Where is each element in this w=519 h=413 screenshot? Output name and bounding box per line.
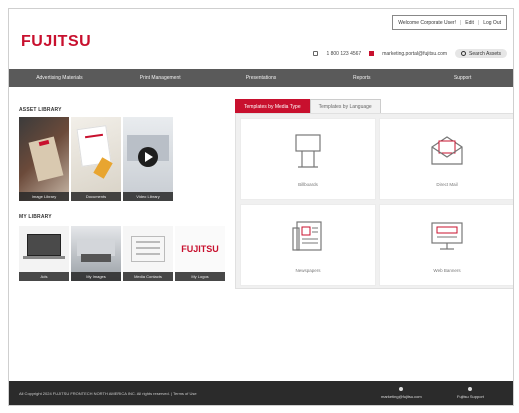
laptop-icon: [27, 234, 61, 256]
fujitsu-logo-image: FUJITSU: [181, 244, 219, 254]
phone-icon: [313, 51, 319, 56]
search-icon: [461, 51, 467, 56]
footer-email[interactable]: marketing@fujitsu.com: [381, 387, 422, 399]
web-banners-card[interactable]: Web Banners: [379, 204, 513, 286]
templates-panel: Billboards Direct Mail Newspapers Web Ba…: [235, 113, 513, 289]
logout-link[interactable]: Log Out: [483, 20, 501, 26]
card-label: Direct Mail: [436, 182, 458, 187]
documents-tile[interactable]: Documents: [71, 117, 121, 201]
footer-support-label: Fujitsu Support: [457, 394, 484, 399]
newspapers-card[interactable]: Newspapers: [240, 204, 376, 286]
tile-caption: Ads: [19, 272, 69, 281]
nav-item-presentations[interactable]: Presentations: [211, 75, 312, 81]
welcome-text: Welcome Corporate User!: [398, 19, 456, 26]
tile-caption: Video Library: [123, 192, 173, 201]
template-tabs: Templates by Media Type Templates by Lan…: [235, 99, 381, 114]
direct-mail-card[interactable]: Direct Mail: [379, 118, 513, 200]
footer-support[interactable]: Fujitsu Support: [457, 387, 484, 399]
edit-link[interactable]: Edit: [465, 20, 474, 26]
ads-tile[interactable]: Ads: [19, 226, 69, 281]
site-footer: All Copyright 2024 FUJITSU FRONTECH NORT…: [9, 381, 513, 405]
asset-library-tiles: Image Library Documents Video Library: [19, 117, 173, 201]
contact-row: 1 800 123 4567 marketing.portal@fujitsu.…: [313, 49, 507, 58]
account-box: Welcome Corporate User! | Edit | Log Out: [392, 15, 507, 30]
nav-item-reports[interactable]: Reports: [311, 75, 412, 81]
asset-library-title: ASSET LIBRARY: [19, 107, 62, 113]
fujitsu-logo[interactable]: FUJITSU: [21, 33, 91, 51]
tile-caption: My Logos: [175, 272, 225, 281]
tile-caption: Media Contacts: [123, 272, 173, 281]
support-icon: [468, 387, 473, 391]
billboards-card[interactable]: Billboards: [240, 118, 376, 200]
my-images-tile[interactable]: My Images: [71, 226, 121, 281]
nav-item-support[interactable]: Support: [412, 75, 513, 81]
my-logos-tile[interactable]: FUJITSU My Logos: [175, 226, 225, 281]
mail-icon: [369, 51, 375, 56]
nav-item-advertising[interactable]: Advertising Materials: [9, 75, 110, 81]
tile-caption: Documents: [71, 192, 121, 201]
search-label: Search Assets: [469, 50, 501, 57]
my-library-title: MY LIBRARY: [19, 214, 52, 220]
main-nav: Advertising Materials Print Management P…: [9, 69, 513, 87]
contacts-icon: [131, 236, 165, 262]
media-contacts-tile[interactable]: Media Contacts: [123, 226, 173, 281]
my-library-tiles: Ads My Images Media Contacts FUJITSU My …: [19, 226, 225, 281]
phone-number: 1 800 123 4567: [326, 50, 362, 57]
nav-item-print[interactable]: Print Management: [110, 75, 211, 81]
footer-email-label: marketing@fujitsu.com: [381, 394, 422, 399]
card-label: Web Banners: [433, 268, 461, 273]
portal-window: FUJITSU Welcome Corporate User! | Edit |…: [8, 8, 514, 406]
envelope-icon: [431, 136, 463, 165]
copyright-text: All Copyright 2024 FUJITSU FRONTECH NORT…: [19, 391, 197, 396]
play-icon: [138, 147, 158, 167]
search-button[interactable]: Search Assets: [455, 49, 507, 58]
newspaper-icon: [292, 221, 322, 251]
tile-caption: Image Library: [19, 192, 69, 201]
email-icon: [399, 387, 404, 391]
billboard-icon: [295, 134, 321, 168]
image-library-tile[interactable]: Image Library: [19, 117, 69, 201]
tile-caption: My Images: [71, 272, 121, 281]
video-library-tile[interactable]: Video Library: [123, 117, 173, 201]
card-label: Newspapers: [295, 268, 321, 273]
email-link[interactable]: marketing.portal@fujitsu.com: [382, 51, 447, 57]
card-label: Billboards: [298, 182, 318, 187]
tab-media-type[interactable]: Templates by Media Type: [235, 99, 310, 114]
tab-language[interactable]: Templates by Language: [309, 99, 381, 114]
monitor-icon: [431, 222, 463, 250]
site-header: FUJITSU Welcome Corporate User! | Edit |…: [9, 9, 513, 69]
